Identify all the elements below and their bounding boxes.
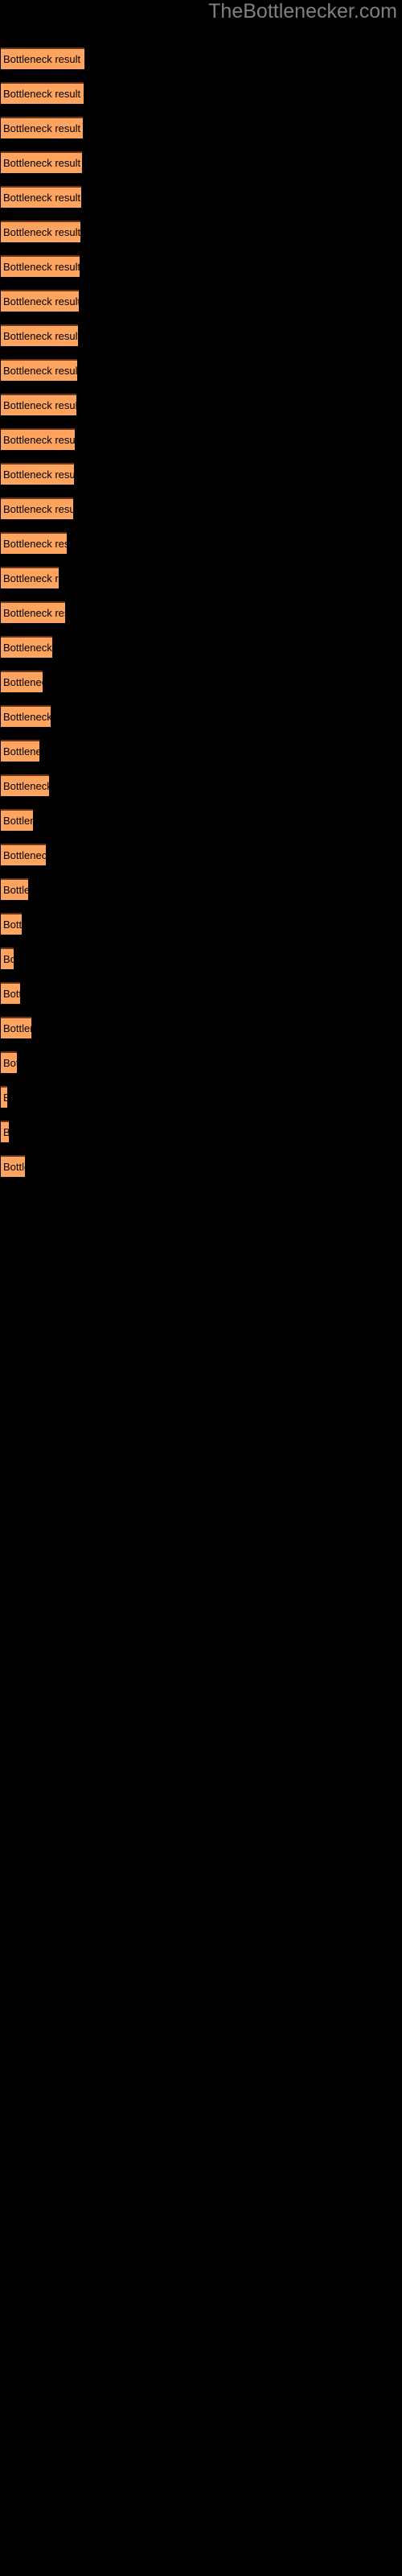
bar-31[interactable]: Bottleneck result — [1, 1121, 9, 1142]
bar-label: Bottleneck result — [3, 192, 81, 204]
bar-label: Bottleneck result — [3, 399, 76, 411]
bar-label: Bottleneck result — [3, 1022, 31, 1034]
bar-20[interactable]: Bottleneck result — [1, 740, 39, 762]
bar-label: Bottleneck result — [3, 745, 39, 758]
bar-label: Bottleneck result — [3, 295, 79, 308]
bar-16[interactable]: Bottleneck result — [1, 601, 65, 623]
bar-22[interactable]: Bottleneck result — [1, 809, 33, 831]
bar-label: Bottleneck result — [3, 711, 51, 723]
bar-5[interactable]: Bottleneck result — [1, 221, 80, 242]
bar-28[interactable]: Bottleneck result — [1, 1017, 31, 1038]
bar-32[interactable]: Bottleneck result — [1, 1155, 25, 1177]
bar-label: Bottleneck result — [3, 676, 43, 688]
bar-10[interactable]: Bottleneck result — [1, 394, 76, 415]
bar-7[interactable]: Bottleneck result — [1, 290, 79, 312]
bar-27[interactable]: Bottleneck result — [1, 982, 20, 1004]
bar-1[interactable]: Bottleneck result — [1, 82, 84, 104]
bar-label: Bottleneck result — [3, 469, 74, 481]
bar-label: Bottleneck result — [3, 1161, 25, 1173]
bar-13[interactable]: Bottleneck result — [1, 497, 73, 519]
bar-label: Bottleneck result — [3, 261, 80, 273]
bar-11[interactable]: Bottleneck result — [1, 428, 75, 450]
bar-19[interactable]: Bottleneck result — [1, 705, 51, 727]
bar-6[interactable]: Bottleneck result — [1, 255, 80, 277]
bar-label: Bottleneck result — [3, 607, 65, 619]
bar-label: Bottleneck result — [3, 330, 78, 342]
bar-label: Bottleneck result — [3, 1057, 17, 1069]
bar-label: Bottleneck result — [3, 434, 75, 446]
bar-12[interactable]: Bottleneck result — [1, 463, 74, 485]
bar-label: Bottleneck result — [3, 157, 81, 169]
bar-label: Bottleneck result — [3, 884, 28, 896]
bar-label: Bottleneck result — [3, 953, 14, 965]
bar-label: Bottleneck result — [3, 642, 52, 654]
bar-label: Bottleneck result — [3, 53, 81, 65]
bar-label: Bottleneck result — [3, 815, 33, 827]
bar-8[interactable]: Bottleneck result — [1, 324, 78, 346]
bar-label: Bottleneck result — [3, 538, 67, 550]
bar-label: Bottleneck result — [3, 849, 46, 861]
bottleneck-bar-chart: TheBottlenecker.com Bottleneck result Bot… — [0, 0, 402, 2576]
bar-14[interactable]: Bottleneck result — [1, 532, 67, 554]
bar-23[interactable]: Bottleneck result — [1, 844, 46, 865]
bar-label: Bottleneck result — [3, 1125, 9, 1140]
bar-label: Bottleneck result — [3, 503, 73, 515]
bar-label: Bottleneck result — [3, 88, 81, 100]
bar-label: Bottleneck result — [3, 122, 81, 134]
bar-9[interactable]: Bottleneck result — [1, 359, 77, 381]
bar-label: Bottleneck result — [3, 572, 59, 584]
bar-label: Bottleneck result — [3, 988, 20, 1000]
bar-4[interactable]: Bottleneck result — [1, 186, 81, 208]
bar-25[interactable]: Bottleneck result — [1, 913, 22, 935]
bar-2[interactable]: Bottleneck result — [1, 117, 83, 138]
bar-label: Bottleneck result — [3, 365, 77, 377]
bar-30[interactable]: Bottleneck result — [1, 1086, 7, 1108]
bar-18[interactable]: Bottleneck result — [1, 671, 43, 692]
bar-24[interactable]: Bottleneck result — [1, 878, 28, 900]
bar-label: Bottleneck result — [3, 1091, 7, 1105]
bar-label: Bottleneck result — [3, 780, 49, 792]
bar-29[interactable]: Bottleneck result — [1, 1051, 17, 1073]
bar-17[interactable]: Bottleneck result — [1, 636, 52, 658]
bar-series-layer: Bottleneck result Bottleneck result Bottle… — [0, 0, 402, 2576]
bar-label: Bottleneck result — [3, 919, 22, 931]
bar-0[interactable]: Bottleneck result — [1, 47, 84, 69]
bar-21[interactable]: Bottleneck result — [1, 774, 49, 796]
bar-26[interactable]: Bottleneck result — [1, 947, 14, 969]
bar-15[interactable]: Bottleneck result — [1, 567, 59, 588]
bar-3[interactable]: Bottleneck result — [1, 151, 82, 173]
bar-label: Bottleneck result — [3, 226, 80, 238]
